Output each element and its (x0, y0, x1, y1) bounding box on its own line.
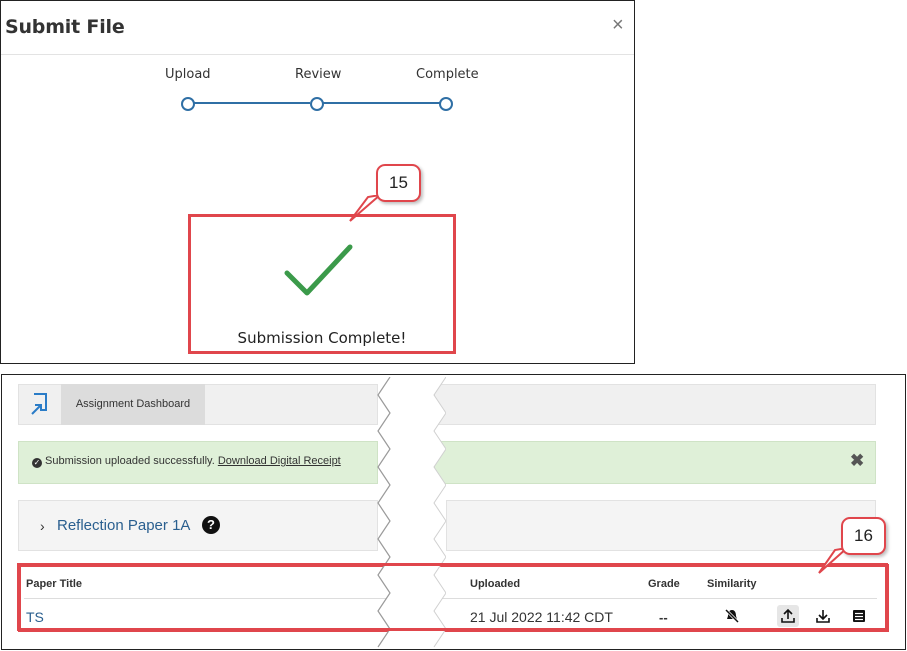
modal-title: Submit File (5, 16, 125, 38)
step-dot-complete (439, 97, 453, 111)
step-connector (323, 102, 440, 104)
assignment-dashboard-tab[interactable]: Assignment Dashboard (61, 384, 205, 425)
dashboard-header-bar-right (434, 384, 876, 425)
assignment-title[interactable]: Reflection Paper 1A (57, 517, 190, 534)
step-label-complete: Complete (416, 67, 479, 82)
close-alert-icon[interactable]: ✖ (850, 452, 864, 470)
download-receipt-link[interactable]: Download Digital Receipt (218, 455, 341, 467)
modal-header: Submit File × (1, 1, 634, 55)
success-message: ✓ Submission uploaded successfully. Downl… (32, 455, 341, 468)
submission-complete-highlight: Submission Complete! (188, 214, 456, 354)
success-text: Submission uploaded successfully. (45, 455, 215, 467)
callout-15: 15 (376, 164, 421, 202)
chevron-right-icon[interactable]: › (40, 518, 45, 534)
assignment-header-right (446, 500, 876, 551)
submission-complete-text: Submission Complete! (237, 329, 407, 347)
step-label-upload: Upload (165, 67, 211, 82)
success-alert-right (434, 441, 876, 484)
check-circle-icon: ✓ (32, 458, 42, 468)
step-dot-review (310, 97, 324, 111)
close-icon[interactable]: × (612, 15, 624, 35)
help-icon[interactable]: ? (202, 516, 220, 534)
step-connector (194, 102, 310, 104)
submission-table-highlight-overlay (17, 563, 888, 631)
submit-file-modal: Submit File × Upload Review Complete Sub… (0, 0, 635, 364)
step-dot-upload (181, 97, 195, 111)
callout-16: 16 (841, 517, 886, 555)
submit-arrow-icon[interactable] (30, 392, 50, 416)
checkmark-icon (284, 244, 353, 296)
step-label-review: Review (295, 67, 342, 82)
